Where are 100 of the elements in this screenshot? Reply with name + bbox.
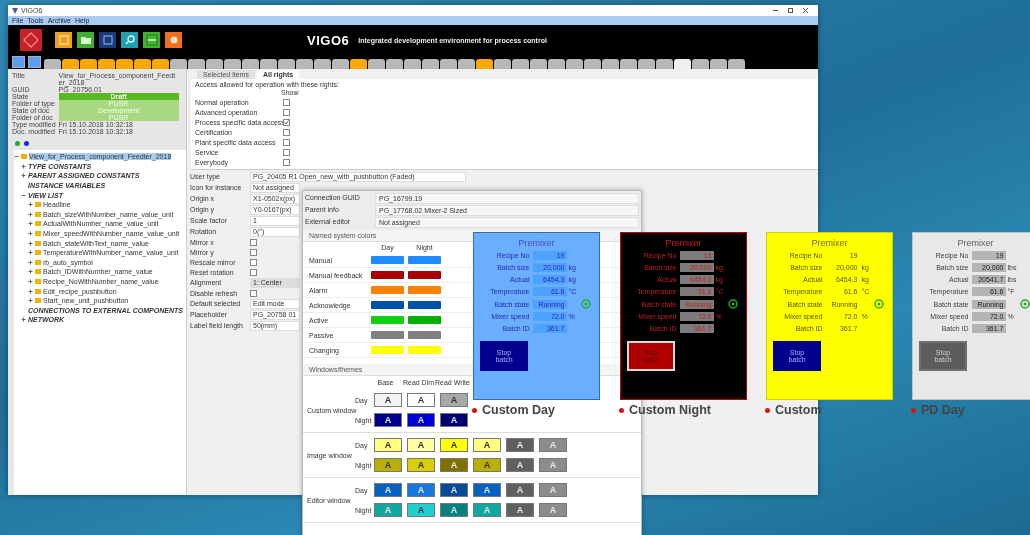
theme-swatch[interactable]: A xyxy=(440,458,468,472)
theme-swatch[interactable]: A xyxy=(407,503,435,517)
theme-swatch[interactable]: A xyxy=(407,393,435,407)
tab[interactable] xyxy=(116,59,133,69)
theme-swatch[interactable]: A xyxy=(473,458,501,472)
tab[interactable] xyxy=(422,59,439,69)
theme-swatch[interactable]: A xyxy=(407,413,435,427)
color-swatch[interactable] xyxy=(371,346,404,354)
theme-swatch[interactable]: A xyxy=(440,483,468,497)
theme-swatch[interactable]: A xyxy=(440,438,468,452)
checkbox[interactable] xyxy=(283,98,290,106)
tab[interactable] xyxy=(368,59,385,69)
theme-swatch[interactable]: A xyxy=(374,438,402,452)
tab[interactable] xyxy=(332,59,349,69)
expand-icon[interactable] xyxy=(21,163,26,169)
tab[interactable] xyxy=(674,59,691,69)
tab[interactable] xyxy=(278,59,295,69)
color-swatch[interactable] xyxy=(408,256,441,264)
tab[interactable] xyxy=(404,59,421,69)
tab[interactable] xyxy=(260,59,277,69)
checkbox[interactable] xyxy=(283,148,290,156)
maximize-icon[interactable] xyxy=(788,8,793,13)
theme-swatch[interactable]: A xyxy=(374,458,402,472)
folder-button[interactable] xyxy=(77,32,94,48)
checkbox[interactable] xyxy=(250,248,257,256)
checkbox[interactable] xyxy=(250,289,257,297)
tab[interactable] xyxy=(602,59,619,69)
tab[interactable] xyxy=(656,59,673,69)
color-swatch[interactable] xyxy=(408,286,441,294)
expand-icon[interactable] xyxy=(28,202,33,208)
tab[interactable] xyxy=(350,59,367,69)
theme-swatch[interactable]: A xyxy=(407,438,435,452)
tab[interactable] xyxy=(494,59,511,69)
expand-icon[interactable] xyxy=(28,298,33,304)
tab[interactable] xyxy=(530,59,547,69)
expand-icon[interactable] xyxy=(28,240,33,246)
nav-button[interactable] xyxy=(12,56,25,68)
minimize-icon[interactable] xyxy=(773,8,778,13)
checkbox[interactable] xyxy=(283,118,290,126)
theme-swatch[interactable]: A xyxy=(440,413,468,427)
color-swatch[interactable] xyxy=(371,271,404,279)
color-swatch[interactable] xyxy=(408,316,441,324)
tab[interactable] xyxy=(692,59,709,69)
checkbox[interactable] xyxy=(283,138,290,146)
tab[interactable] xyxy=(458,59,475,69)
theme-swatch[interactable]: A xyxy=(506,483,534,497)
tab[interactable] xyxy=(584,59,601,69)
tab[interactable] xyxy=(296,59,313,69)
tab[interactable] xyxy=(98,59,115,69)
color-swatch[interactable] xyxy=(408,271,441,279)
expand-icon[interactable] xyxy=(28,211,33,217)
theme-swatch[interactable]: A xyxy=(407,458,435,472)
color-swatch[interactable] xyxy=(408,301,441,309)
expand-icon[interactable] xyxy=(28,221,33,227)
checkbox[interactable] xyxy=(283,128,290,136)
expand-icon[interactable] xyxy=(21,173,26,179)
checkbox[interactable] xyxy=(283,108,290,116)
tab[interactable] xyxy=(44,59,61,69)
tab[interactable] xyxy=(548,59,565,69)
color-swatch[interactable] xyxy=(408,331,441,339)
expand-icon[interactable] xyxy=(28,250,33,256)
tab[interactable] xyxy=(152,59,169,69)
theme-swatch[interactable]: A xyxy=(374,413,402,427)
tab[interactable] xyxy=(638,59,655,69)
color-swatch[interactable] xyxy=(371,331,404,339)
theme-swatch[interactable]: A xyxy=(440,503,468,517)
collapse-icon[interactable] xyxy=(21,192,26,198)
tab[interactable] xyxy=(62,59,79,69)
color-swatch[interactable] xyxy=(371,316,404,324)
color-swatch[interactable] xyxy=(371,286,404,294)
expand-icon[interactable] xyxy=(28,279,33,284)
checkbox[interactable] xyxy=(250,238,257,246)
theme-swatch[interactable]: A xyxy=(440,393,468,407)
tab[interactable] xyxy=(512,59,529,69)
close-icon[interactable] xyxy=(803,8,808,13)
theme-swatch[interactable]: A xyxy=(506,458,534,472)
theme-swatch[interactable]: A xyxy=(473,438,501,452)
expand-icon[interactable] xyxy=(28,231,33,237)
tab[interactable] xyxy=(242,59,259,69)
theme-swatch[interactable]: A xyxy=(506,503,534,517)
tab[interactable] xyxy=(440,59,457,69)
nav-button[interactable] xyxy=(28,56,41,68)
tab[interactable] xyxy=(476,59,493,69)
color-swatch[interactable] xyxy=(408,346,441,354)
tab[interactable] xyxy=(620,59,637,69)
checkbox[interactable] xyxy=(283,158,290,166)
color-swatch[interactable] xyxy=(371,256,404,264)
tab[interactable] xyxy=(188,59,205,69)
color-swatch[interactable] xyxy=(371,301,404,309)
tab[interactable] xyxy=(386,59,403,69)
checkbox[interactable] xyxy=(250,268,257,276)
tab[interactable] xyxy=(134,59,151,69)
tab[interactable] xyxy=(710,59,727,69)
theme-swatch[interactable]: A xyxy=(473,483,501,497)
theme-swatch[interactable]: A xyxy=(506,438,534,452)
theme-swatch[interactable]: A xyxy=(374,483,402,497)
minus-button[interactable] xyxy=(143,32,160,48)
tab[interactable] xyxy=(566,59,583,69)
expand-icon[interactable] xyxy=(28,259,33,265)
search-button[interactable] xyxy=(121,32,138,48)
